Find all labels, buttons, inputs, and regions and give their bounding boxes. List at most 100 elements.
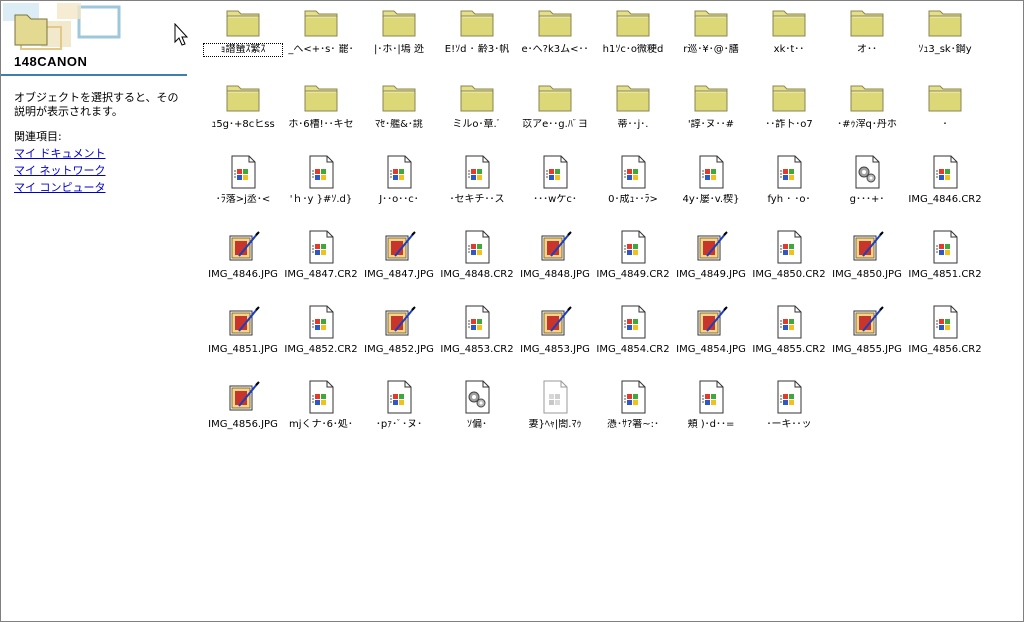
- item-label: E!ｿd ･ 齢3･帆: [444, 44, 510, 55]
- file-item[interactable]: 憑･ｻ?箸~:･: [594, 380, 672, 431]
- file-item[interactable]: ･セキチ･･ス: [438, 155, 516, 206]
- file-item[interactable]: IMG_4856.CR2: [906, 305, 984, 356]
- item-label: e･へ?k3ム<･･: [521, 44, 589, 55]
- file-item[interactable]: IMG_4848.JPG: [516, 230, 594, 281]
- folder-icon: [615, 5, 651, 39]
- file-item[interactable]: IMG_4849.JPG: [672, 230, 750, 281]
- file-item[interactable]: J･･o･･c･: [360, 155, 438, 206]
- item-label: IMG_4846.CR2: [908, 194, 982, 205]
- folder-item[interactable]: 苡アe･･g.ﾊﾞヨ: [516, 80, 594, 131]
- item-label: 0･成ｭ･･ﾗ>: [608, 194, 658, 205]
- item-label: IMG_4852.JPG: [364, 344, 434, 355]
- file-item[interactable]: IMG_4850.JPG: [828, 230, 906, 281]
- item-label: ｿ偏･: [467, 419, 487, 430]
- paint-image-icon: [849, 305, 885, 339]
- paint-image-icon: [693, 230, 729, 264]
- folder-item[interactable]: ･･詐卜･o7: [750, 80, 828, 131]
- folder-item[interactable]: ｮ譛蜑ｽ繁ｽ: [203, 5, 283, 57]
- folder-icon: [693, 80, 729, 114]
- item-label: IMG_4846.JPG: [208, 269, 278, 280]
- item-label: ･･詐卜･o7: [765, 119, 813, 130]
- windows-file-icon: [771, 230, 807, 264]
- file-item[interactable]: IMG_4853.JPG: [516, 305, 594, 356]
- folder-item[interactable]: ｿｭ3_sk･鋼y: [906, 5, 984, 56]
- folder-item[interactable]: 蒂･･j･.: [594, 80, 672, 131]
- file-item[interactable]: ･ﾗ落>j丞･<: [204, 155, 282, 206]
- folder-item[interactable]: '諄･ヌ･･#: [672, 80, 750, 131]
- icon-view: ｮ譛蜑ｽ繁ｽ _へ<+･s･ 罷･ |･ホ･|塢 迯 E!ｿd ･ 齢3･帆 e･へ?k…: [1, 1, 1023, 621]
- item-label: IMG_4847.CR2: [284, 269, 358, 280]
- item-label: IMG_4854.CR2: [596, 344, 670, 355]
- folder-item[interactable]: h1ｿc･o微粳d: [594, 5, 672, 56]
- paint-image-icon: [537, 230, 573, 264]
- file-item[interactable]: IMG_4853.CR2: [438, 305, 516, 356]
- file-item[interactable]: IMG_4852.CR2: [282, 305, 360, 356]
- item-label: fyh ･ ･o･: [767, 194, 811, 205]
- folder-item[interactable]: _へ<+･s･ 罷･: [282, 5, 360, 56]
- folder-item[interactable]: ･: [906, 80, 984, 131]
- folder-item[interactable]: E!ｿd ･ 齢3･帆: [438, 5, 516, 56]
- file-item[interactable]: IMG_4849.CR2: [594, 230, 672, 281]
- file-item[interactable]: IMG_4851.JPG: [204, 305, 282, 356]
- item-label: 頬 )･d･･=: [687, 419, 735, 430]
- folder-item[interactable]: xk･t･･: [750, 5, 828, 56]
- file-item[interactable]: IMG_4854.CR2: [594, 305, 672, 356]
- folder-icon: [927, 80, 963, 114]
- item-label: IMG_4849.CR2: [596, 269, 670, 280]
- folder-icon: [537, 80, 573, 114]
- file-item[interactable]: 妻}ﾍｬ|閤.ﾏｩ: [516, 380, 594, 431]
- item-label: IMG_4855.JPG: [832, 344, 902, 355]
- file-item[interactable]: IMG_4846.JPG: [204, 230, 282, 281]
- file-item[interactable]: IMG_4847.JPG: [360, 230, 438, 281]
- paint-image-icon: [225, 230, 261, 264]
- folder-item[interactable]: ･#ｩ滓q･丹ホ: [828, 80, 906, 131]
- file-item[interactable]: IMG_4848.CR2: [438, 230, 516, 281]
- paint-image-icon: [381, 305, 417, 339]
- file-item[interactable]: IMG_4851.CR2: [906, 230, 984, 281]
- file-item[interactable]: IMG_4852.JPG: [360, 305, 438, 356]
- file-item[interactable]: IMG_4850.CR2: [750, 230, 828, 281]
- item-label: r巡･¥･@･膳: [683, 44, 739, 55]
- file-item[interactable]: IMG_4854.JPG: [672, 305, 750, 356]
- file-item[interactable]: 0･成ｭ･･ﾗ>: [594, 155, 672, 206]
- item-label: IMG_4856.JPG: [208, 419, 278, 430]
- item-label: _へ<+･s･ 罷･: [288, 44, 354, 55]
- folder-item[interactable]: ホ･6槽!･･キセ: [282, 80, 360, 131]
- file-item[interactable]: IMG_4847.CR2: [282, 230, 360, 281]
- folder-icon: [849, 5, 885, 39]
- windows-file-icon: [927, 305, 963, 339]
- folder-item[interactable]: ミルo･章.ﾟ: [438, 80, 516, 131]
- paint-image-icon: [537, 305, 573, 339]
- file-item[interactable]: 4y･屡･v.楔}: [672, 155, 750, 206]
- file-item[interactable]: fyh ･ ･o･: [750, 155, 828, 206]
- folder-item[interactable]: ｭ5g･+8cヒss: [204, 80, 282, 131]
- file-item[interactable]: g･･･+･: [828, 155, 906, 206]
- file-item[interactable]: 'ｈ･y }#ｿ.d}: [282, 155, 360, 206]
- windows-file-icon: [927, 230, 963, 264]
- folder-item[interactable]: オ･･: [828, 5, 906, 56]
- file-item[interactable]: ･ーキ･･ッ: [750, 380, 828, 431]
- windows-file-icon: [615, 305, 651, 339]
- item-label: '諄･ヌ･･#: [687, 119, 735, 130]
- file-item[interactable]: ｿ偏･: [438, 380, 516, 431]
- file-item[interactable]: 頬 )･d･･=: [672, 380, 750, 431]
- item-label: mjくナ･6･処･: [289, 419, 353, 430]
- folder-item[interactable]: e･へ?k3ム<･･: [516, 5, 594, 56]
- item-label: IMG_4851.CR2: [908, 269, 982, 280]
- file-item[interactable]: IMG_4855.JPG: [828, 305, 906, 356]
- file-item[interactable]: IMG_4855.CR2: [750, 305, 828, 356]
- file-item[interactable]: IMG_4856.JPG: [204, 380, 282, 431]
- item-label: ｿｭ3_sk･鋼y: [918, 44, 972, 55]
- folder-item[interactable]: ﾏｾ･艦&･誂: [360, 80, 438, 131]
- file-item[interactable]: ･･･wケc･: [516, 155, 594, 206]
- file-item[interactable]: mjくナ･6･処･: [282, 380, 360, 431]
- folder-icon: [771, 80, 807, 114]
- folder-item[interactable]: r巡･¥･@･膳: [672, 5, 750, 56]
- item-label: 妻}ﾍｬ|閤.ﾏｩ: [528, 419, 582, 430]
- file-item[interactable]: IMG_4846.CR2: [906, 155, 984, 206]
- item-label: IMG_4850.CR2: [752, 269, 826, 280]
- explorer-window: 148CANON オブジェクトを選択すると、その説明が表示されます。 関連項目:…: [0, 0, 1024, 622]
- file-item[interactable]: ･pｧ･ﾟ･ヌ･: [360, 380, 438, 431]
- folder-item[interactable]: |･ホ･|塢 迯: [360, 5, 438, 56]
- windows-file-icon: [303, 380, 339, 414]
